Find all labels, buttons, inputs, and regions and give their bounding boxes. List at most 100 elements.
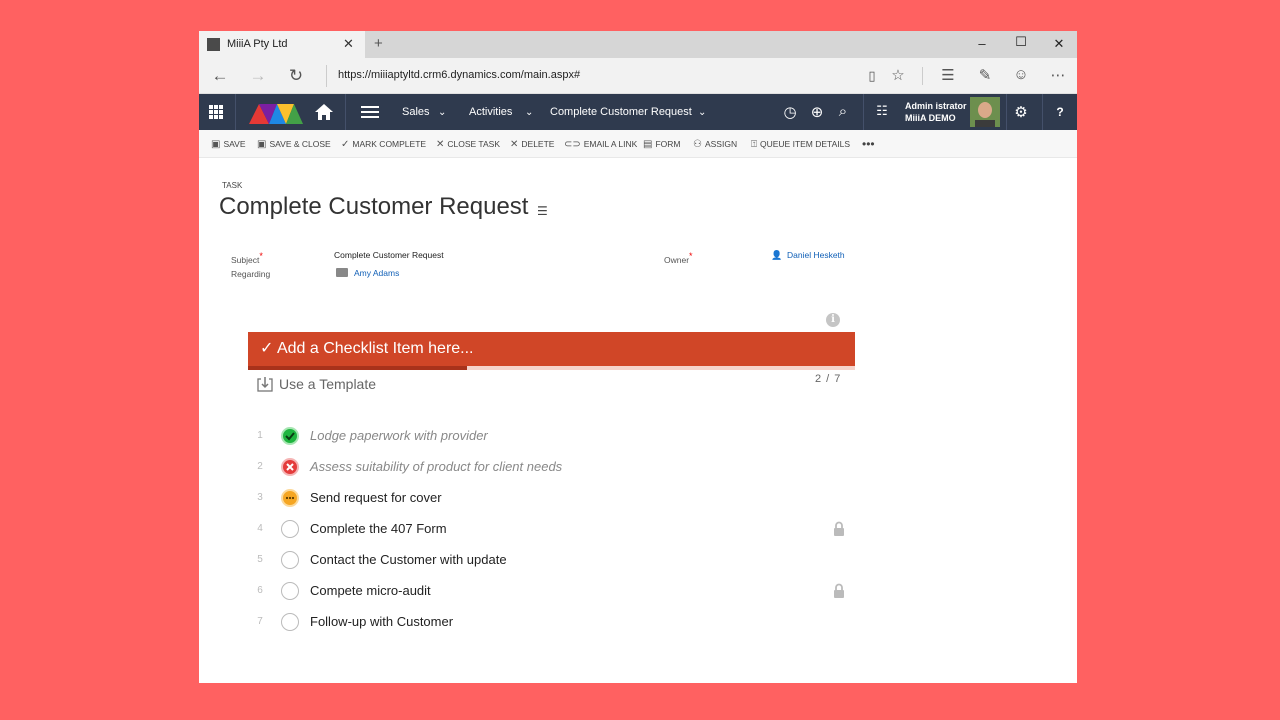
add-checklist-item-input[interactable]: ✓ Add a Checklist Item here...	[248, 332, 855, 366]
settings-gear-icon[interactable]: ⚙	[1012, 103, 1030, 121]
status-progress-icon[interactable]	[281, 489, 299, 507]
chevron-down-icon[interactable]: ⌄	[438, 107, 446, 118]
queue-icon: ⍐	[751, 138, 757, 150]
save-close-button[interactable]: ▣ SAVE & CLOSE	[257, 130, 331, 158]
subject-label: Subject*	[231, 251, 263, 265]
crm-nav-bar: Sales ⌄ Activities ⌄ Complete Customer R…	[199, 94, 1077, 130]
back-icon[interactable]: ←	[209, 66, 231, 86]
save-button[interactable]: ▣ SAVE	[211, 130, 246, 158]
advanced-find-icon[interactable]: ☷	[873, 103, 891, 119]
create-icon[interactable]: ⊕	[808, 103, 826, 121]
lock-icon	[834, 583, 844, 598]
item-number: 5	[257, 554, 263, 565]
item-number: 6	[257, 585, 263, 596]
item-text[interactable]: Complete the 407 Form	[310, 521, 447, 536]
user-org[interactable]: MiiiA DEMO	[905, 113, 956, 123]
nav-area-sales[interactable]: Sales	[402, 106, 430, 118]
avatar[interactable]	[970, 97, 1000, 127]
more-commands-icon[interactable]: •••	[862, 130, 875, 158]
item-text[interactable]: Lodge paperwork with provider	[310, 428, 488, 443]
maximize-icon[interactable]: ☐	[1011, 34, 1031, 50]
item-text[interactable]: Compete micro-audit	[310, 583, 431, 598]
assign-button[interactable]: ⚇ ASSIGN	[693, 130, 737, 158]
subject-field[interactable]: Complete Customer Request	[334, 250, 444, 260]
tab-title: MiiiA Pty Ltd	[227, 38, 288, 50]
checklist-item[interactable]: 5 Contact the Customer with update	[254, 549, 854, 573]
web-note-icon[interactable]: ✎	[974, 66, 996, 84]
nav-record[interactable]: Complete Customer Request	[550, 106, 692, 118]
hub-icon[interactable]: ☰	[937, 66, 959, 84]
checklist-item[interactable]: 4 Complete the 407 Form	[254, 518, 854, 542]
form-icon: ▤	[643, 138, 653, 150]
refresh-icon[interactable]: ↻	[285, 66, 307, 86]
queue-item-details-button[interactable]: ⍐ QUEUE ITEM DETAILS	[751, 130, 850, 158]
owner-link[interactable]: Daniel Hesketh	[787, 250, 845, 260]
checklist-item[interactable]: 7 Follow-up with Customer	[254, 611, 854, 635]
delete-button[interactable]: ✕ DELETE	[510, 130, 554, 158]
save-close-icon: ▣	[257, 138, 267, 150]
new-tab-icon[interactable]: +	[374, 35, 383, 52]
status-failed-icon[interactable]	[281, 458, 299, 476]
forward-icon[interactable]: →	[247, 66, 269, 86]
status-todo-icon[interactable]	[281, 582, 299, 600]
window-close-icon[interactable]: ✕	[1049, 36, 1069, 52]
check-icon: ✓	[341, 138, 350, 150]
company-logo[interactable]	[249, 100, 303, 124]
save-icon: ▣	[211, 138, 221, 150]
lock-icon	[834, 521, 844, 536]
close-icon: ✕	[436, 138, 445, 150]
tab-close-icon[interactable]: ✕	[343, 36, 354, 52]
status-done-icon[interactable]	[281, 427, 299, 445]
template-download-icon[interactable]	[257, 376, 273, 392]
history-icon[interactable]: ◷	[781, 103, 799, 121]
url-field[interactable]: https://miiiaptyltd.crm6.dynamics.com/ma…	[338, 69, 580, 81]
menu-icon[interactable]	[361, 106, 379, 118]
item-number: 7	[257, 616, 263, 627]
checklist-item[interactable]: 3 Send request for cover	[254, 487, 854, 511]
regarding-link[interactable]: Amy Adams	[354, 268, 399, 278]
favicon-icon	[207, 38, 220, 51]
checklist-item[interactable]: 1 Lodge paperwork with provider	[254, 425, 854, 449]
email-link-button[interactable]: ⊂⊃ EMAIL A LINK	[564, 130, 637, 158]
reading-view-icon[interactable]: ▯	[861, 68, 883, 84]
status-todo-icon[interactable]	[281, 551, 299, 569]
chevron-down-icon[interactable]: ⌄	[525, 107, 533, 118]
item-text[interactable]: Send request for cover	[310, 490, 442, 505]
item-text[interactable]: Follow-up with Customer	[310, 614, 453, 629]
form-button[interactable]: ▤ FORM	[643, 130, 680, 158]
status-todo-icon[interactable]	[281, 520, 299, 538]
progress-count: 2 / 7	[815, 373, 842, 385]
minimize-icon[interactable]: –	[972, 36, 992, 51]
chevron-down-icon[interactable]: ⌄	[698, 107, 706, 118]
checklist-progress-bar	[248, 366, 855, 370]
item-text[interactable]: Contact the Customer with update	[310, 552, 507, 567]
entity-type: TASK	[222, 181, 243, 190]
delete-icon: ✕	[510, 138, 519, 150]
browser-window: MiiiA Pty Ltd ✕ + – ☐ ✕ ← → ↻ https://mi…	[199, 31, 1077, 683]
item-number: 4	[257, 523, 263, 534]
more-options-icon[interactable]: ⋯	[1047, 66, 1069, 84]
item-text[interactable]: Assess suitability of product for client…	[310, 459, 562, 474]
contact-card-icon	[336, 268, 348, 277]
item-number: 2	[257, 461, 263, 472]
info-icon[interactable]: i	[826, 313, 840, 327]
command-bar: ▣ SAVE ▣ SAVE & CLOSE ✓ MARK COMPLETE ✕ CLOS…	[199, 130, 1077, 158]
close-task-button[interactable]: ✕ CLOSE TASK	[436, 130, 500, 158]
page-title: Complete Customer Request	[219, 193, 529, 220]
app-launcher-icon[interactable]	[209, 105, 223, 119]
browser-tab[interactable]: MiiiA Pty Ltd ✕	[199, 31, 365, 58]
mark-complete-button[interactable]: ✓ MARK COMPLETE	[341, 130, 426, 158]
nav-entity-activities[interactable]: Activities	[469, 106, 512, 118]
use-template-button[interactable]: Use a Template	[279, 376, 376, 392]
favorite-star-icon[interactable]: ☆	[887, 66, 909, 84]
checklist-item[interactable]: 2 Assess suitability of product for clien…	[254, 456, 854, 480]
help-button[interactable]: ?	[1042, 94, 1077, 130]
feedback-smiley-icon[interactable]: ☺	[1010, 66, 1032, 83]
home-icon[interactable]	[314, 102, 334, 122]
search-icon[interactable]: ⌕	[834, 103, 852, 120]
user-name[interactable]: Admin istrator	[905, 101, 967, 111]
form-selector-icon[interactable]: ☰	[537, 204, 548, 218]
checklist-item[interactable]: 6 Compete micro-audit	[254, 580, 854, 604]
tab-bar: MiiiA Pty Ltd ✕ + – ☐ ✕	[199, 31, 1077, 58]
status-todo-icon[interactable]	[281, 613, 299, 631]
